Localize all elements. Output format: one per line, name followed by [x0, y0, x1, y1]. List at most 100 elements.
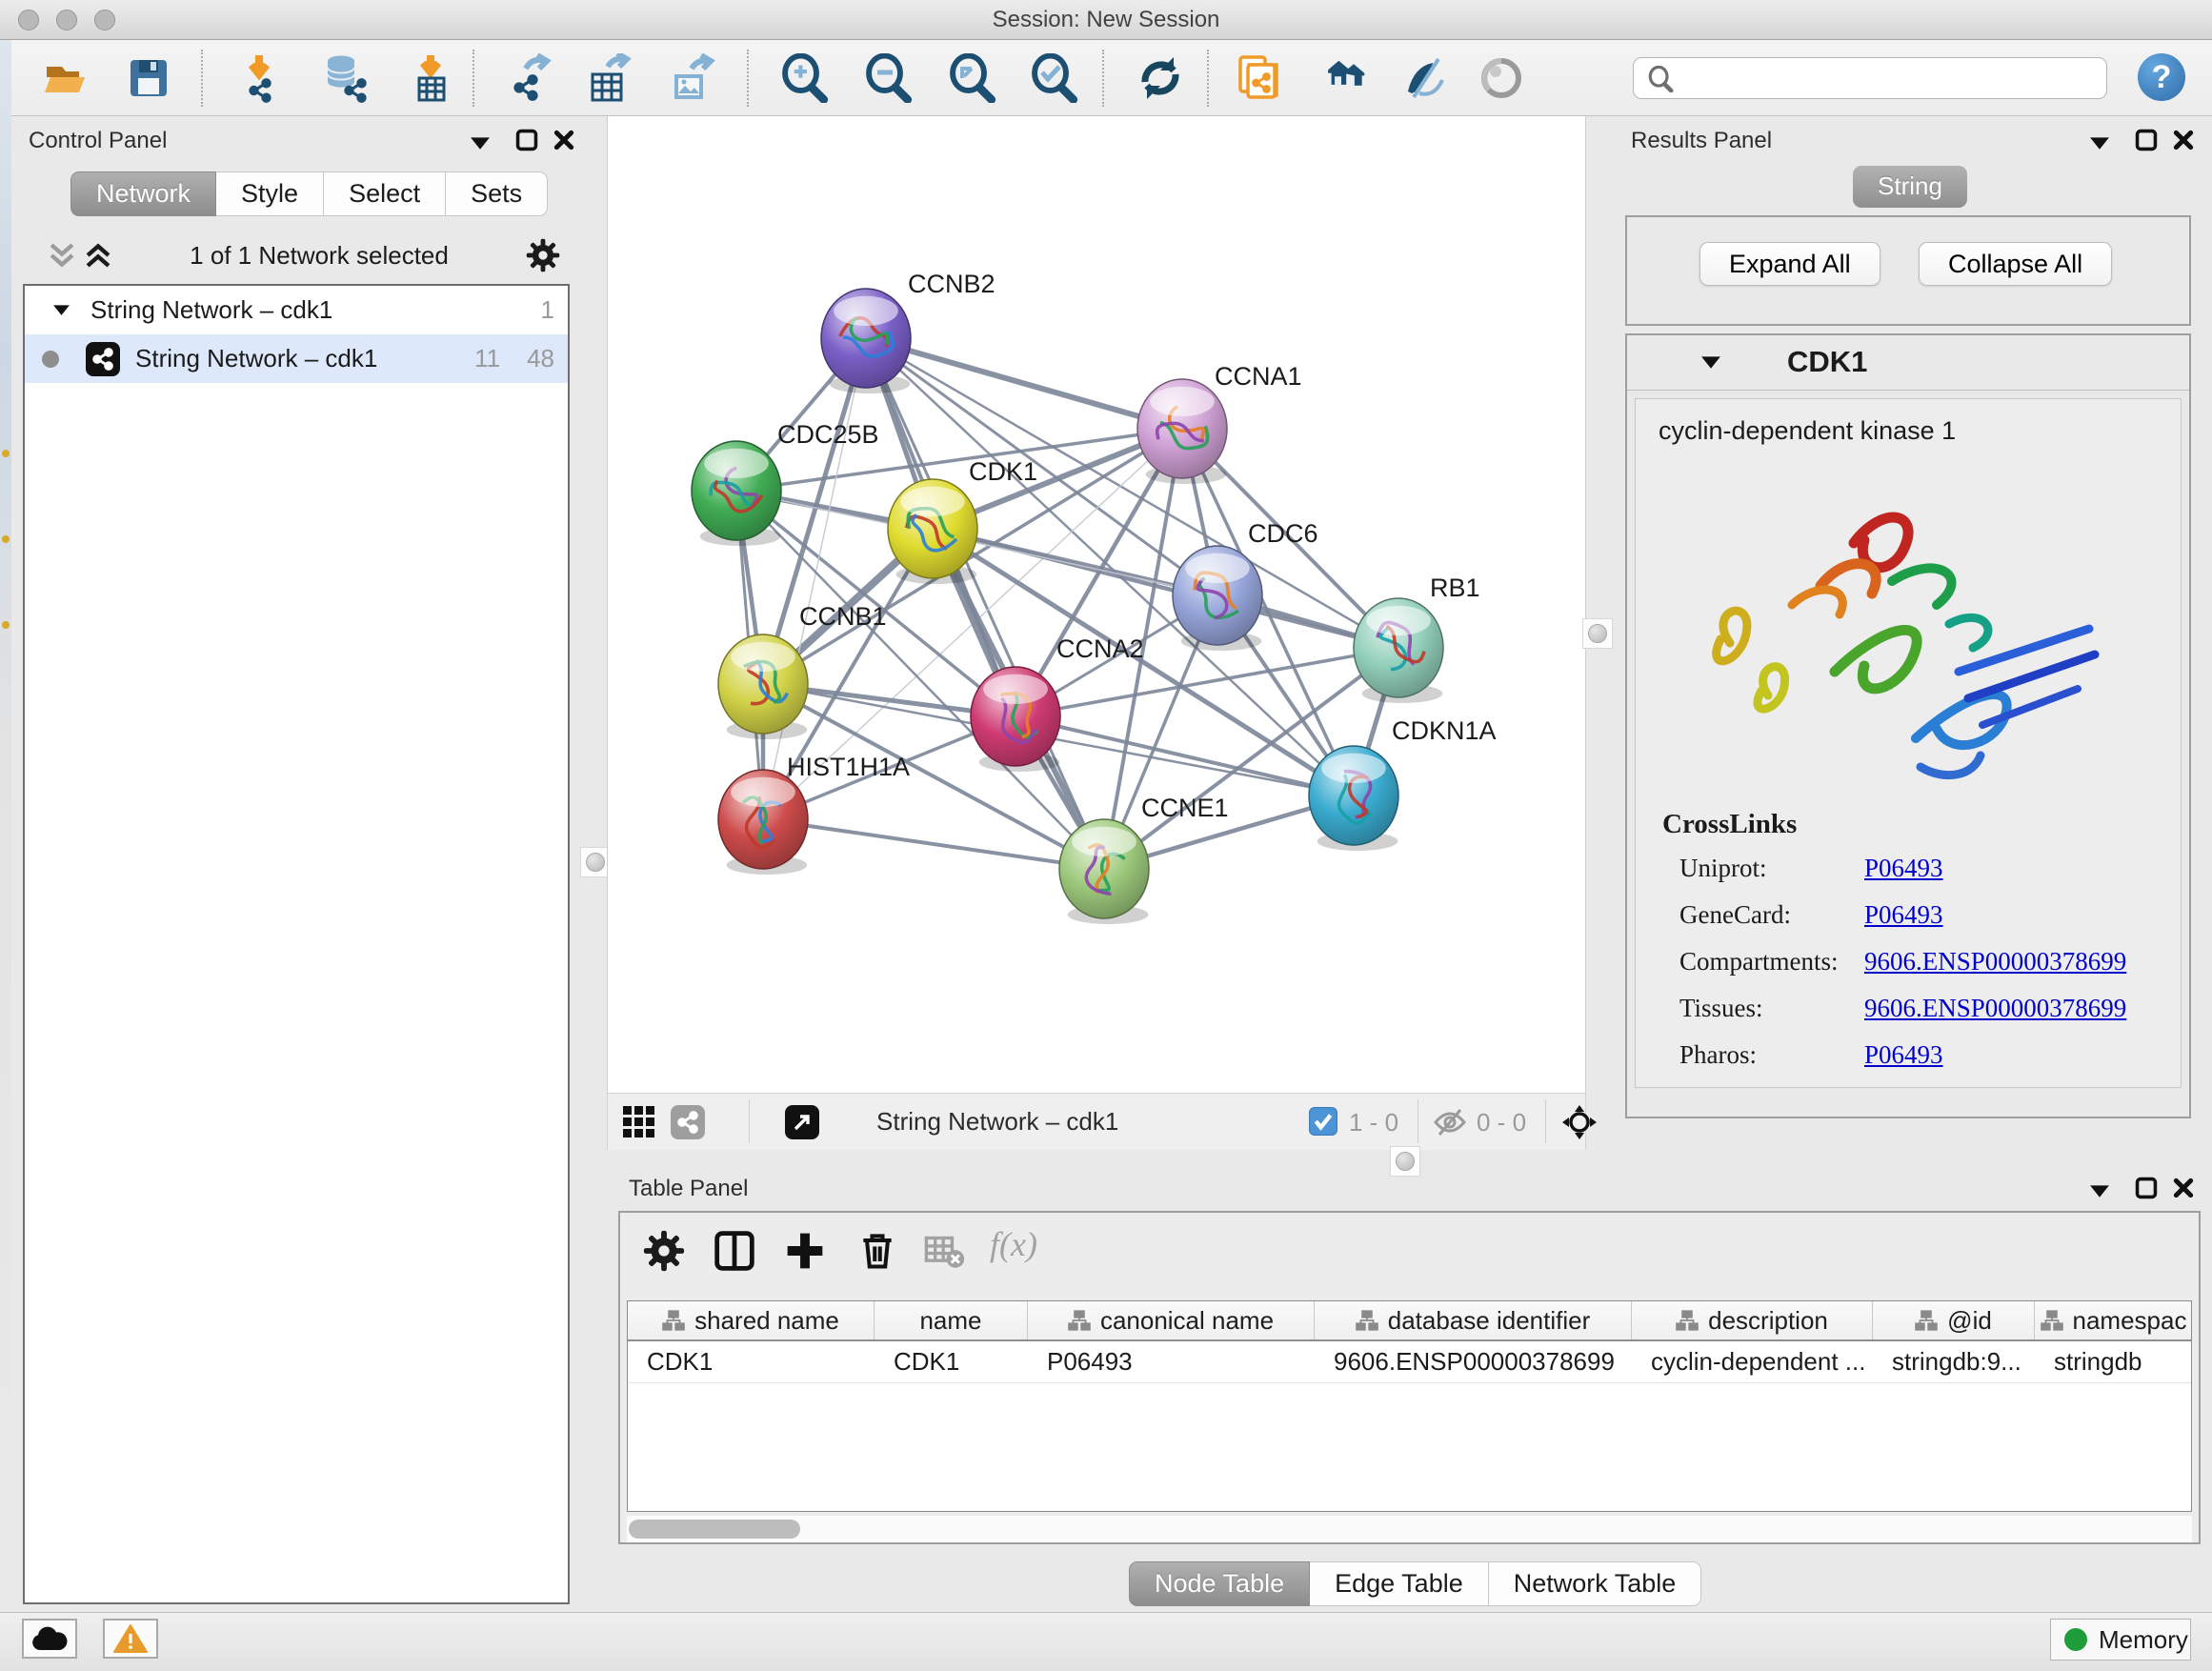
network-node-CCNA1[interactable]: [1137, 379, 1227, 484]
table-cell[interactable]: stringdb:9...: [1873, 1341, 2035, 1382]
right-splitter-handle[interactable]: [1582, 618, 1613, 649]
column-header-name[interactable]: name: [875, 1301, 1028, 1339]
tab-style[interactable]: Style: [216, 171, 324, 216]
crosslink-link[interactable]: P06493: [1864, 854, 1943, 883]
close-panel-icon[interactable]: [2172, 129, 2195, 151]
zoom-in-icon[interactable]: [779, 53, 829, 103]
import-table-icon[interactable]: [406, 53, 455, 103]
delete-table-icon[interactable]: [923, 1230, 965, 1272]
network-node-RB1[interactable]: [1354, 598, 1443, 703]
delete-column-icon[interactable]: [856, 1230, 898, 1272]
column-header-database-identifier[interactable]: database identifier: [1315, 1301, 1632, 1339]
tab-string[interactable]: String: [1853, 166, 1967, 208]
network-canvas[interactable]: CCNB2CCNA1CDC25BCDK1CDC6RB1CCNB1CCNA2CDK…: [607, 116, 1586, 1093]
table-cell[interactable]: stringdb: [2035, 1341, 2192, 1382]
tab-select[interactable]: Select: [324, 171, 446, 216]
close-panel-icon[interactable]: [2172, 1177, 2195, 1199]
grid-view-icon[interactable]: [623, 1106, 655, 1138]
birdseye-view-icon[interactable]: [1477, 53, 1526, 103]
float-panel-icon[interactable]: [2134, 1176, 2159, 1200]
panel-menu-icon[interactable]: [471, 137, 490, 150]
open-folder-icon[interactable]: [42, 53, 91, 103]
cloud-icon: [30, 1625, 69, 1652]
node-table[interactable]: shared namenamecanonical namedatabase id…: [627, 1300, 2192, 1512]
float-panel-icon[interactable]: [514, 128, 539, 152]
table-horizontal-scrollbar[interactable]: [627, 1516, 2192, 1542]
warning-button[interactable]: [103, 1619, 158, 1659]
collapse-collection-icon[interactable]: [53, 305, 70, 315]
crosslink-link[interactable]: P06493: [1864, 1040, 1943, 1070]
network-node-CDKN1A[interactable]: [1309, 746, 1398, 851]
network-node-CCNE1[interactable]: [1059, 819, 1149, 924]
network-options-gear-icon[interactable]: [526, 238, 560, 272]
protein-card-header[interactable]: CDK1: [1627, 335, 2189, 391]
table-cell[interactable]: cyclin-dependent ...: [1632, 1341, 1873, 1382]
network-node-CDK1[interactable]: [888, 479, 977, 584]
help-button[interactable]: ?: [2138, 53, 2185, 101]
save-session-icon[interactable]: [124, 53, 173, 103]
crosslink-link[interactable]: 9606.ENSP00000378699: [1864, 994, 2126, 1023]
zoom-out-icon[interactable]: [863, 53, 913, 103]
refresh-icon[interactable]: [1136, 53, 1185, 103]
copy-style-icon[interactable]: [1235, 53, 1284, 103]
home-icon[interactable]: [1317, 53, 1366, 103]
close-panel-icon[interactable]: [553, 129, 575, 151]
table-cell[interactable]: 9606.ENSP00000378699: [1315, 1341, 1632, 1382]
zoom-selected-icon[interactable]: [1029, 53, 1078, 103]
share-view-icon[interactable]: [671, 1105, 705, 1139]
tab-edge-table[interactable]: Edge Table: [1310, 1561, 1489, 1606]
cloud-button[interactable]: [22, 1619, 77, 1659]
tab-network-table[interactable]: Network Table: [1489, 1561, 1702, 1606]
tab-network[interactable]: Network: [70, 171, 216, 216]
network-collection-row[interactable]: String Network – cdk1 1: [25, 286, 568, 334]
hidden-eye-icon[interactable]: [1433, 1107, 1467, 1137]
crosslink-link[interactable]: 9606.ENSP00000378699: [1864, 947, 2126, 976]
crosslink-link[interactable]: P06493: [1864, 900, 1943, 930]
show-columns-icon[interactable]: [714, 1230, 755, 1272]
search-input[interactable]: [1683, 60, 2093, 96]
tab-node-table[interactable]: Node Table: [1129, 1561, 1310, 1606]
panel-menu-icon[interactable]: [2090, 137, 2109, 150]
network-node-CDC6[interactable]: [1173, 546, 1262, 651]
selected-checkbox-icon[interactable]: [1309, 1107, 1337, 1136]
network-node-CCNA2[interactable]: [971, 667, 1060, 772]
memory-button[interactable]: Memory: [2050, 1619, 2191, 1661]
import-network-icon[interactable]: [234, 53, 284, 103]
network-edge-CCNB2-CCNE1[interactable]: [866, 338, 1104, 869]
add-column-icon[interactable]: [784, 1230, 826, 1272]
table-settings-gear-icon[interactable]: [643, 1230, 685, 1272]
zoom-fit-icon[interactable]: [947, 53, 996, 103]
table-cell[interactable]: CDK1: [875, 1341, 1028, 1382]
column-header-canonical-name[interactable]: canonical name: [1028, 1301, 1315, 1339]
table-row[interactable]: CDK1CDK1P064939606.ENSP00000378699cyclin…: [628, 1341, 2191, 1383]
column-header-description[interactable]: description: [1632, 1301, 1873, 1339]
network-node-HIST1H1A[interactable]: [718, 770, 808, 875]
network-node-CDC25B[interactable]: [692, 441, 781, 546]
export-image-icon[interactable]: [667, 53, 716, 103]
search-field[interactable]: [1633, 57, 2107, 99]
table-cell[interactable]: CDK1: [628, 1341, 875, 1382]
panel-menu-icon[interactable]: [2090, 1185, 2109, 1198]
crosshair-icon[interactable]: [1560, 1103, 1599, 1141]
show-hide-graphics-details-icon[interactable]: [1400, 53, 1450, 103]
column-header-shared-name[interactable]: shared name: [628, 1301, 875, 1339]
float-panel-icon[interactable]: [2134, 128, 2159, 152]
export-table-icon[interactable]: [585, 53, 634, 103]
open-in-window-icon[interactable]: [785, 1105, 819, 1139]
network-node-CCNB1[interactable]: [718, 634, 808, 739]
expand-tree-icon[interactable]: [48, 241, 76, 270]
network-edge-CCNB2-HIST1H1A[interactable]: [763, 338, 866, 819]
network-edge-HIST1H1A-CCNE1[interactable]: [763, 819, 1104, 869]
table-cell[interactable]: P06493: [1028, 1341, 1315, 1382]
expand-all-button[interactable]: Expand All: [1699, 242, 1880, 286]
column-header-@id[interactable]: @id: [1873, 1301, 2035, 1339]
network-row-selected[interactable]: String Network – cdk1 11 48: [25, 334, 568, 383]
collapse-card-icon[interactable]: [1701, 356, 1720, 369]
import-network-from-database-icon[interactable]: [320, 53, 370, 103]
scrollbar-thumb[interactable]: [629, 1520, 800, 1539]
tab-sets[interactable]: Sets: [446, 171, 548, 216]
collapse-tree-icon[interactable]: [84, 241, 112, 270]
column-header-namespac[interactable]: namespac: [2035, 1301, 2192, 1339]
collapse-all-button[interactable]: Collapse All: [1919, 242, 2112, 286]
export-network-icon[interactable]: [505, 53, 554, 103]
